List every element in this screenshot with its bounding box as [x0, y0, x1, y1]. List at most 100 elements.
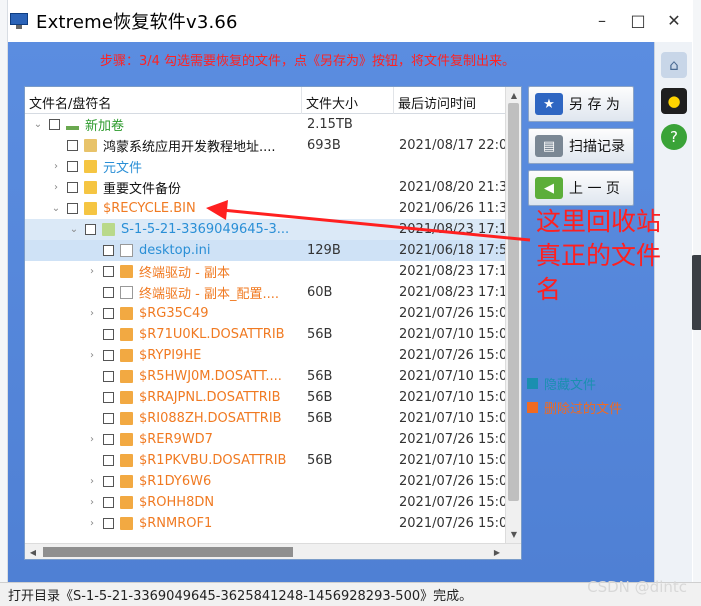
- row-name-cell: $R1PKVBU.DOSATTRIB: [85, 450, 307, 471]
- folder-icon: [120, 412, 133, 425]
- row-size: 693B: [307, 138, 341, 153]
- scroll-right-arrow-icon[interactable]: ▶: [491, 546, 503, 558]
- row-checkbox[interactable]: [67, 161, 78, 172]
- row-checkbox[interactable]: [103, 287, 114, 298]
- row-checkbox[interactable]: [67, 203, 78, 214]
- qq-penguin-icon[interactable]: ●: [661, 88, 687, 114]
- column-header-size[interactable]: 文件大小: [302, 87, 394, 114]
- row-time: [399, 114, 505, 135]
- row-time: 2021/08/23 17:1: [399, 222, 505, 237]
- row-checkbox[interactable]: [103, 245, 114, 256]
- table-row[interactable]: › 元文件: [25, 156, 505, 177]
- row-checkbox[interactable]: [67, 182, 78, 193]
- chevron-right-icon[interactable]: ›: [85, 497, 99, 508]
- row-name-cell: › 元文件: [49, 156, 307, 177]
- table-row[interactable]: $R71U0KL.DOSATTRIB 56B 2021/07/10 15:0: [25, 324, 505, 345]
- row-checkbox[interactable]: [103, 371, 114, 382]
- network-icon[interactable]: ⌂: [661, 52, 687, 78]
- row-checkbox[interactable]: [103, 497, 114, 508]
- row-checkbox[interactable]: [103, 266, 114, 277]
- scroll-down-arrow-icon[interactable]: ▼: [508, 528, 520, 540]
- chevron-down-icon[interactable]: ⌄: [49, 203, 63, 214]
- column-header-time[interactable]: 最后访问时间: [394, 87, 505, 114]
- table-row[interactable]: ⌄ 新加卷 2.15TB: [25, 114, 505, 135]
- row-time: 2021/08/17 22:0: [399, 138, 505, 153]
- vertical-scroll-thumb[interactable]: [508, 103, 519, 501]
- row-checkbox[interactable]: [103, 350, 114, 361]
- folder-icon: [120, 265, 133, 278]
- chevron-right-icon[interactable]: ›: [85, 266, 99, 277]
- save-as-button[interactable]: ★ 另 存 为: [528, 86, 634, 122]
- chevron-right-icon[interactable]: ›: [49, 182, 63, 193]
- table-row[interactable]: › $RG35C49 2021/07/26 15:0: [25, 303, 505, 324]
- table-row[interactable]: › 终端驱动 - 副本 2021/08/23 17:1: [25, 261, 505, 282]
- row-checkbox[interactable]: [103, 518, 114, 529]
- row-checkbox[interactable]: [103, 434, 114, 445]
- row-name-cell: desktop.ini: [85, 240, 307, 261]
- table-row[interactable]: › $RNMROF1 2021/07/26 15:0: [25, 513, 505, 534]
- row-size: [307, 219, 392, 240]
- folder-icon: [120, 391, 133, 404]
- chevron-right-icon[interactable]: ›: [85, 308, 99, 319]
- prev-page-button[interactable]: ◀ 上 一 页: [528, 170, 634, 206]
- chevron-down-icon[interactable]: ⌄: [67, 224, 81, 235]
- status-text: 打开目录《S-1-5-21-3369049645-3625841248-1456…: [8, 589, 473, 604]
- list-header: 文件名/盘符名 文件大小 最后访问时间: [25, 87, 505, 114]
- file-list[interactable]: 文件名/盘符名 文件大小 最后访问时间 ⌄ 新加卷 2.15TB 鸿蒙系统应用开发教程…: [24, 86, 522, 560]
- help-icon[interactable]: ?: [661, 124, 687, 150]
- table-row[interactable]: ⌄ $RECYCLE.BIN 2021/06/26 11:3: [25, 198, 505, 219]
- window-controls: – □ ✕: [584, 8, 692, 32]
- close-button[interactable]: ✕: [656, 8, 692, 32]
- row-name-cell: ⌄ $RECYCLE.BIN: [49, 198, 307, 219]
- table-row[interactable]: › $R1DY6W6 2021/07/26 15:0: [25, 471, 505, 492]
- row-checkbox[interactable]: [67, 140, 78, 151]
- table-row[interactable]: 终端驱动 - 副本_配置.... 60B 2021/08/23 17:1: [25, 282, 505, 303]
- table-row[interactable]: › $ROHH8DN 2021/07/26 15:0: [25, 492, 505, 513]
- row-checkbox[interactable]: [103, 413, 114, 424]
- table-row[interactable]: 鸿蒙系统应用开发教程地址.... 693B 2021/08/17 22:0: [25, 135, 505, 156]
- chevron-right-icon[interactable]: ›: [49, 161, 63, 172]
- horizontal-scroll-thumb[interactable]: [43, 547, 293, 557]
- table-row[interactable]: $R1PKVBU.DOSATTRIB 56B 2021/07/10 15:0: [25, 450, 505, 471]
- row-checkbox[interactable]: [103, 455, 114, 466]
- chevron-right-icon[interactable]: ›: [85, 518, 99, 529]
- row-name: 鸿蒙系统应用开发教程地址....: [103, 140, 276, 155]
- minimize-button[interactable]: –: [584, 8, 620, 32]
- row-checkbox[interactable]: [103, 476, 114, 487]
- chevron-right-icon[interactable]: ›: [85, 476, 99, 487]
- row-size: 56B: [307, 453, 333, 468]
- table-row[interactable]: $RRAJPNL.DOSATTRIB 56B 2021/07/10 15:0: [25, 387, 505, 408]
- row-name-cell: $R5HWJ0M.DOSATT....: [85, 366, 307, 387]
- table-row[interactable]: $R5HWJ0M.DOSATT.... 56B 2021/07/10 15:0: [25, 366, 505, 387]
- table-row[interactable]: $RI088ZH.DOSATTRIB 56B 2021/07/10 15:0: [25, 408, 505, 429]
- vertical-scrollbar[interactable]: ▲ ▼: [505, 87, 521, 544]
- scan-log-button[interactable]: ▤ 扫描记录: [528, 128, 634, 164]
- row-time: 2021/06/26 11:3: [399, 201, 505, 216]
- arrow-left-icon: ◀: [535, 177, 563, 199]
- scroll-left-arrow-icon[interactable]: ◀: [27, 546, 39, 558]
- row-name-cell: ⌄ S-1-5-21-3369049645-3...: [67, 219, 307, 240]
- chevron-right-icon[interactable]: ›: [85, 434, 99, 445]
- row-size: [307, 471, 392, 492]
- row-checkbox[interactable]: [49, 119, 60, 130]
- row-time: 2021/07/10 15:0: [399, 327, 505, 342]
- row-checkbox[interactable]: [103, 329, 114, 340]
- table-row[interactable]: › $RYPI9HE 2021/07/26 15:0: [25, 345, 505, 366]
- row-checkbox[interactable]: [103, 392, 114, 403]
- column-header-name[interactable]: 文件名/盘符名: [25, 87, 302, 114]
- chevron-down-icon[interactable]: ⌄: [31, 119, 45, 130]
- table-row[interactable]: ⌄ S-1-5-21-3369049645-3... 2021/08/23 17:1: [25, 219, 505, 240]
- row-checkbox[interactable]: [85, 224, 96, 235]
- row-name-cell: › $ROHH8DN: [85, 492, 307, 513]
- chevron-right-icon[interactable]: ›: [85, 350, 99, 361]
- side-handle[interactable]: [691, 255, 701, 330]
- maximize-button[interactable]: □: [620, 8, 656, 32]
- scroll-up-arrow-icon[interactable]: ▲: [508, 89, 520, 101]
- row-checkbox[interactable]: [103, 308, 114, 319]
- table-row[interactable]: › 重要文件备份 2021/08/20 21:3: [25, 177, 505, 198]
- row-name: $RRAJPNL.DOSATTRIB: [139, 390, 281, 405]
- row-name-cell: $R71U0KL.DOSATTRIB: [85, 324, 307, 345]
- table-row[interactable]: › $RER9WD7 2021/07/26 15:0: [25, 429, 505, 450]
- table-row[interactable]: desktop.ini 129B 2021/06/18 17:5: [25, 240, 505, 261]
- horizontal-scrollbar[interactable]: ◀ ▶: [25, 543, 521, 559]
